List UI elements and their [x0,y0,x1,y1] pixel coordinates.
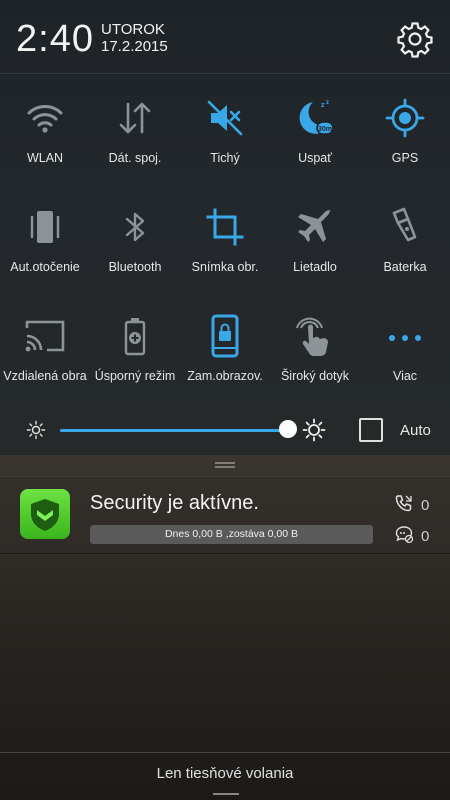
data-arrows-icon [119,102,151,134]
svg-text:30m: 30m [318,126,332,133]
bluetooth-icon [125,212,145,242]
brightness-low-icon [26,420,46,440]
date: 17.2.2015 [101,38,168,55]
mute-icon [207,100,243,136]
battery-saver-icon [124,318,146,356]
sleep-timer-icon: 30m z z [299,100,334,135]
touch-icon [296,317,328,356]
clock: 2:40 [16,18,94,60]
gps-icon [385,98,425,138]
app-icon [20,489,70,539]
toggle-sleep[interactable]: 30m z z Uspať [270,86,360,195]
day-of-week: UTOROK [101,21,165,38]
emergency-calls-text: Len tiesňové volania [156,765,294,782]
cast-icon [25,320,65,352]
toggle-label: Zam.obrazov. [187,369,263,383]
toggle-silent[interactable]: Tichý [180,86,270,195]
toggle-bluetooth[interactable]: Bluetooth [90,195,180,304]
toggle-label: Úsporný režim [94,369,176,383]
toggle-power-saving[interactable]: Úsporný režim [90,304,180,413]
status-header: 2:40 UTOROK 17.2.2015 [0,0,450,74]
toggle-mobile-data[interactable]: Dát. spoj. [90,86,180,195]
toggle-label: Snímka obr. [191,260,259,274]
toggle-label: Aut.otočenie [10,260,80,274]
quick-settings-row: Vzdialená obra Úsporný režim Zam.obrazov… [0,304,450,413]
toggle-label: Baterka [383,260,427,274]
toggle-wide-touch[interactable]: Široký dotyk [270,304,360,413]
toggle-wlan[interactable]: WLAN [0,86,90,195]
brightness-slider[interactable] [60,429,288,432]
toggle-remote-display[interactable]: Vzdialená obra [0,304,90,413]
toggle-screenshot[interactable]: Snímka obr. [180,195,270,304]
toggle-label: Vzdialená obra [3,369,87,383]
brightness-thumb[interactable] [279,420,297,438]
toggle-label: Bluetooth [108,260,162,274]
toggle-label: Dát. spoj. [108,151,162,165]
emergency-footer: Len tiesňové volania [0,752,450,800]
call-icon [395,495,412,512]
toggle-flashlight[interactable]: Baterka [360,195,450,304]
screen-lock-icon [211,314,239,358]
toggle-airplane[interactable]: Lietadlo [270,195,360,304]
more-dots-icon [389,335,421,341]
toggle-label: Široký dotyk [280,369,350,383]
calls-count: 0 [421,497,430,514]
svg-text:z: z [321,102,325,109]
brightness-fill [60,429,288,432]
rotate-icon [30,211,60,243]
gear-icon[interactable] [396,20,434,58]
toggle-more[interactable]: Viac [360,304,450,413]
nav-handle[interactable] [213,793,239,795]
svg-text:z: z [326,100,329,106]
toggle-label: Tichý [210,151,240,165]
wifi-icon [27,105,63,133]
notification-title: Security je aktívne. [90,492,259,514]
security-notification[interactable]: Security je aktívne. Dnes 0,00 B ,zostáv… [0,476,450,554]
toggle-label: Lietadlo [293,260,337,274]
airplane-icon [298,209,331,242]
toggle-label: GPS [391,151,419,165]
data-usage-bar: Dnes 0,00 B ,zostáva 0,00 B [90,525,373,544]
toggle-screen-lock[interactable]: Zam.obrazov. [180,304,270,413]
message-blocked-icon [395,526,414,544]
quick-settings-grid: WLAN Dát. spoj. Tichý 30m z z Uspať GPS … [0,86,450,413]
drag-handle-icon[interactable] [213,460,237,470]
auto-brightness-label: Auto [400,422,431,439]
toggle-label: WLAN [26,151,64,165]
flashlight-icon [392,207,417,242]
quick-settings-row: Aut.otočenie Bluetooth Snímka obr. Lieta… [0,195,450,304]
crop-icon [206,208,244,246]
quick-settings-row: WLAN Dát. spoj. Tichý 30m z z Uspať GPS [0,86,450,195]
brightness-high-icon [302,418,326,442]
shield-icon [31,499,59,531]
toggle-gps[interactable]: GPS [360,86,450,195]
messages-count: 0 [421,528,430,545]
auto-brightness-checkbox[interactable] [359,418,383,442]
toggle-label: Uspať [298,151,332,165]
toggle-auto-rotate[interactable]: Aut.otočenie [0,195,90,304]
toggle-label: Viac [392,369,418,383]
